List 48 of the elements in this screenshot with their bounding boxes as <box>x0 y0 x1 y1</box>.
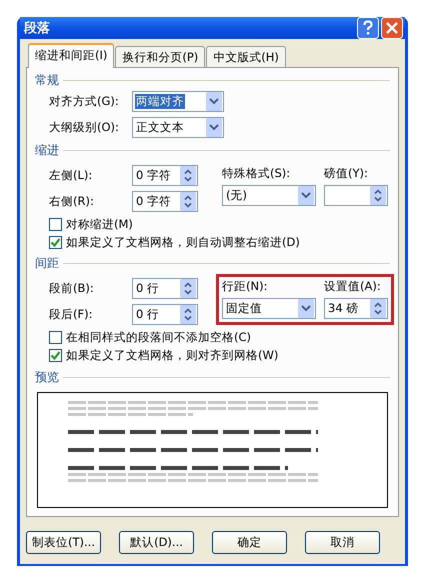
spin-arrows-icon[interactable] <box>180 305 196 324</box>
button[interactable]: 确定 <box>212 531 287 554</box>
spin-field[interactable]: 0 行 <box>132 278 198 299</box>
section-title: 常规 <box>35 72 59 89</box>
field-label: 特殊格式(S): <box>222 166 292 181</box>
checkbox-label: 如果定义了文档网格，则自动调整右缩进(D) <box>66 235 300 250</box>
spin-field[interactable]: 0 行 <box>132 304 198 325</box>
spin-field[interactable]: 0 字符 <box>132 191 198 212</box>
spin-field[interactable]: 34 磅 <box>324 298 388 319</box>
field-label: 磅值(Y): <box>324 166 369 181</box>
section-title: 缩进 <box>35 142 59 159</box>
field-label: 设置值(A): <box>324 279 382 294</box>
tab[interactable]: 中文版式(H) <box>206 46 286 67</box>
checkbox-label: 在相同样式的段落间不添加空格(C) <box>66 330 252 345</box>
checkbox-label: 对称缩进(M) <box>66 217 133 232</box>
tab[interactable]: 缩进和间距(I) <box>28 43 114 68</box>
field-label: 段后(F): <box>49 307 94 322</box>
window-title: 段落 <box>24 20 50 37</box>
field-label: 右侧(R): <box>49 194 95 209</box>
checkbox[interactable] <box>49 331 62 344</box>
help-icon[interactable] <box>357 17 379 39</box>
spin-arrows-icon[interactable] <box>180 192 196 211</box>
dropdown-field[interactable]: 正文文本 <box>132 117 224 138</box>
spin-arrows-icon[interactable] <box>180 166 196 185</box>
button[interactable]: 取消 <box>305 531 380 554</box>
dropdown-field[interactable]: 两端对齐 <box>132 91 224 112</box>
section-title: 预览 <box>35 369 59 386</box>
dropdown-field[interactable]: 固定值 <box>222 298 316 319</box>
checkbox[interactable] <box>49 236 62 249</box>
checkbox[interactable] <box>49 349 62 362</box>
checkbox-label: 如果定义了文档网格，则对齐到网格(W) <box>66 348 278 363</box>
spin-arrows-icon[interactable] <box>180 279 196 298</box>
field-label: 对齐方式(G): <box>49 94 120 109</box>
spin-field[interactable]: 0 字符 <box>132 165 198 186</box>
field-label: 大纲级别(O): <box>49 120 120 135</box>
field-label: 左侧(L): <box>49 168 94 183</box>
spin-field[interactable] <box>324 185 388 206</box>
field-label: 段前(B): <box>49 281 95 296</box>
spin-arrows-icon[interactable] <box>370 186 386 205</box>
dropdown-field[interactable]: (无) <box>222 185 316 206</box>
spin-arrows-icon[interactable] <box>370 299 386 318</box>
tab[interactable]: 换行和分页(P) <box>115 46 206 67</box>
checkbox[interactable] <box>49 218 62 231</box>
button[interactable]: 制表位(T)... <box>26 531 101 554</box>
close-icon[interactable] <box>381 17 403 39</box>
section-title: 间距 <box>35 255 59 272</box>
field-label: 行距(N): <box>222 279 268 294</box>
button[interactable]: 默认(D)... <box>119 531 194 554</box>
